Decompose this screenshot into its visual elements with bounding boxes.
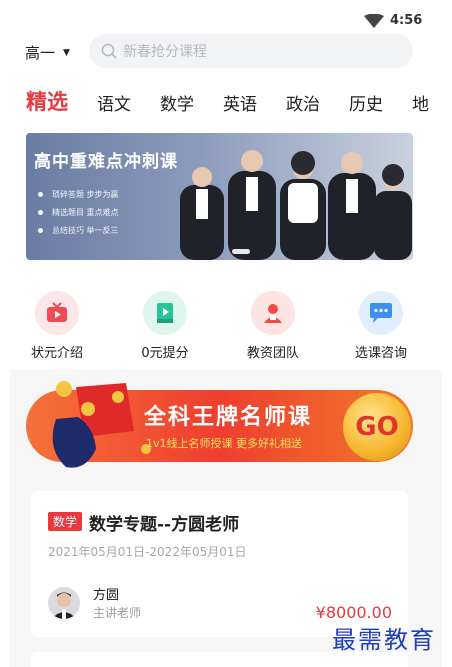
teacher-icon (251, 291, 295, 335)
quick-link-consult[interactable]: 选课咨询 (341, 291, 421, 361)
quick-link-label: 选课咨询 (354, 346, 407, 361)
promo-title: 全科王牌名师课 (144, 405, 313, 430)
tab-chinese[interactable]: 语文 (97, 90, 131, 115)
search-input[interactable]: 新春抢分课程 (89, 34, 413, 68)
book-icon (143, 291, 187, 335)
tab-geography[interactable]: 地 (412, 90, 429, 115)
status-time: 4:56 (390, 13, 423, 28)
grade-label: 高一 (25, 44, 56, 62)
teachers-photo (180, 150, 412, 260)
tab-politics[interactable]: 政治 (286, 90, 320, 115)
banner-bullet: 精选题目 重点难点 (38, 207, 119, 218)
caret-down-icon: ▼ (63, 47, 70, 58)
quick-link-free-boost[interactable]: 0元提分 (125, 291, 205, 361)
search-placeholder: 新春抢分课程 (123, 44, 207, 60)
tab-math[interactable]: 数学 (160, 90, 194, 115)
quick-link-champion[interactable]: 状元介绍 (17, 291, 97, 361)
subject-badge: 数学 (48, 512, 83, 531)
hero-banner[interactable]: 高中重难点冲刺课 琐碎答题 步步为赢 精选题目 重点难点 总结技巧 举一反三 (26, 133, 413, 260)
tab-english[interactable]: 英语 (223, 90, 257, 115)
carousel-indicator (232, 249, 250, 254)
course-title: 数学专题--方圆老师 (89, 515, 240, 535)
chat-icon (359, 291, 403, 335)
teacher-role: 主讲老师 (93, 606, 142, 620)
search-icon (101, 43, 117, 59)
promo-banner[interactable]: 全科王牌名师课 1v1线上名师授课 更多好礼相送 GO (26, 379, 413, 472)
tab-history[interactable]: 历史 (349, 90, 383, 115)
tv-icon (35, 291, 79, 335)
quick-links: 状元介绍 0元提分 教资团队 选课咨询 (0, 291, 452, 361)
avatar (48, 587, 80, 619)
teacher-name: 方圆 (93, 588, 120, 603)
promo-subtitle: 1v1线上名师授课 更多好礼相送 (146, 437, 303, 450)
banner-title: 高中重难点冲刺课 (34, 152, 178, 172)
banner-bullet: 琐碎答题 步步为赢 (38, 189, 119, 200)
course-card[interactable]: 数学 数学专题--方圆老师 2021年05月01日-2022年05月01日 方圆… (31, 491, 408, 637)
quick-link-label: 0元提分 (141, 346, 189, 361)
quick-link-label: 状元介绍 (30, 346, 83, 361)
quick-link-faculty[interactable]: 教资团队 (233, 291, 313, 361)
wifi-icon (364, 14, 384, 28)
red-envelope-icon (52, 381, 151, 468)
quick-link-label: 教资团队 (246, 346, 299, 361)
course-dates: 2021年05月01日-2022年05月01日 (48, 545, 247, 559)
grade-selector[interactable]: 高一 ▼ (25, 42, 70, 63)
subject-tabs: 精选 语文 数学 英语 政治 历史 地 (0, 86, 452, 118)
banner-bullets: 琐碎答题 步步为赢 精选题目 重点难点 总结技巧 举一反三 (38, 189, 119, 243)
watermark: 最需教育 (332, 626, 436, 654)
banner-bullet: 总结技巧 举一反三 (38, 225, 119, 236)
go-button[interactable]: GO (343, 393, 411, 461)
tab-featured[interactable]: 精选 (26, 86, 68, 116)
